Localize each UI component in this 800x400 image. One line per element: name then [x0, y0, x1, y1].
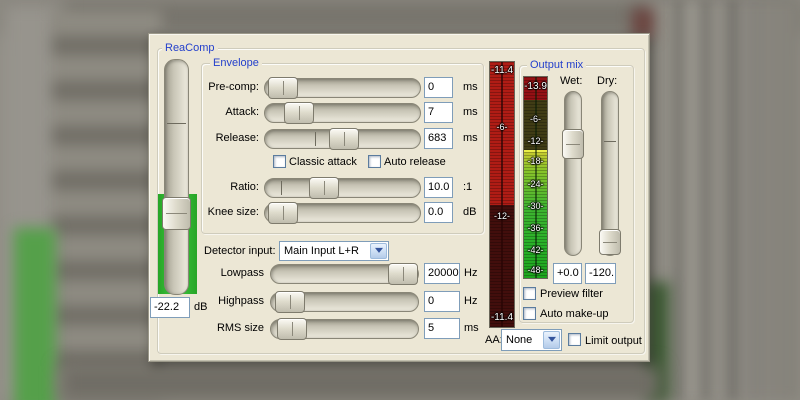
lowpass-unit: Hz: [464, 267, 477, 279]
output-level-meter: -13.9 -6--12--18--24--30--36--42--48-: [523, 76, 548, 279]
highpass-value[interactable]: 0: [424, 291, 460, 312]
precomp-value[interactable]: 0: [424, 77, 453, 98]
ratio-unit: :1: [463, 181, 472, 193]
threshold-slider[interactable]: [164, 59, 189, 295]
precomp-unit: ms: [463, 81, 478, 93]
precomp-slider-thumb[interactable]: [268, 77, 298, 99]
rms-size-unit: ms: [464, 322, 479, 334]
auto-make-up-label: Auto make-up: [540, 308, 608, 320]
dry-label: Dry:: [597, 75, 617, 87]
aa-dropdown[interactable]: None: [501, 329, 562, 351]
envelope-caption: Envelope: [210, 56, 262, 70]
rms-size-value[interactable]: 5: [424, 318, 460, 339]
output-meter-scale: -6--12--18--24--30--36--42--48-: [524, 77, 547, 278]
rms-size-slider[interactable]: [270, 319, 419, 339]
rms-size-slider-thumb[interactable]: [277, 318, 307, 340]
highpass-unit: Hz: [464, 295, 477, 307]
rms-size-label: RMS size: [192, 322, 264, 334]
detector-input-dropdown[interactable]: Main Input L+R: [279, 241, 389, 261]
wet-slider[interactable]: [564, 91, 582, 256]
gain-reduction-readout: -11.4: [490, 312, 514, 323]
release-label: Release:: [187, 132, 259, 144]
output-peak-value: -13.9: [524, 81, 547, 92]
knee-label: Knee size:: [187, 206, 259, 218]
highpass-slider[interactable]: [270, 292, 419, 312]
attack-unit: ms: [463, 106, 478, 118]
background-green-meter-left: [14, 228, 56, 400]
highpass-slider-thumb[interactable]: [275, 291, 305, 313]
lowpass-label: Lowpass: [192, 267, 264, 279]
release-value[interactable]: 683: [424, 128, 453, 149]
release-slider-thumb[interactable]: [329, 128, 359, 150]
wet-label: Wet:: [560, 75, 582, 87]
lowpass-slider-thumb[interactable]: [388, 263, 418, 285]
gain-reduction-meter: -11.4 -11.4 -6--12-: [489, 61, 515, 328]
preview-filter-label: Preview filter: [540, 288, 603, 300]
chevron-down-icon: [375, 248, 383, 257]
chevron-down-icon: [548, 337, 556, 346]
classic-attack-label: Classic attack: [289, 156, 357, 168]
plugin-title: ReaComp: [162, 41, 218, 55]
detector-input-value: Main Input L+R: [284, 245, 359, 257]
detector-input-label: Detector input:: [204, 245, 276, 257]
lowpass-slider[interactable]: [270, 264, 419, 284]
precomp-slider[interactable]: [264, 78, 421, 98]
ratio-slider[interactable]: [264, 178, 421, 198]
precomp-label: Pre-comp:: [187, 81, 259, 93]
aa-value: None: [506, 334, 532, 346]
attack-slider[interactable]: [264, 103, 421, 123]
release-unit: ms: [463, 132, 478, 144]
release-slider[interactable]: [264, 129, 421, 149]
ratio-label: Ratio:: [187, 181, 259, 193]
attack-slider-thumb[interactable]: [284, 102, 314, 124]
attack-value[interactable]: 7: [424, 102, 453, 123]
dry-value[interactable]: -120.: [585, 263, 616, 284]
background-slider-bands: [52, 10, 162, 400]
ratio-value[interactable]: 10.0: [424, 177, 453, 198]
output-mix-caption: Output mix: [527, 58, 586, 72]
reacomp-panel: ReaComp -22.2 dB Envelope Pre-comp: 0 ms…: [148, 33, 650, 362]
gain-reduction-scale: -6--12-: [490, 62, 514, 327]
limit-output-checkbox[interactable]: [568, 333, 581, 346]
auto-release-label: Auto release: [384, 156, 446, 168]
detector-dropdown-button[interactable]: [370, 243, 387, 259]
dry-slider-thumb[interactable]: [599, 229, 621, 255]
classic-attack-checkbox[interactable]: [273, 155, 286, 168]
lowpass-value[interactable]: 20000: [424, 263, 460, 284]
dry-slider[interactable]: [601, 91, 619, 256]
gain-reduction-peak-value: -11.4: [490, 65, 514, 76]
knee-value[interactable]: 0.0: [424, 202, 453, 223]
preview-filter-checkbox[interactable]: [523, 287, 536, 300]
background-bottom-shadow: [60, 366, 660, 400]
ratio-slider-thumb[interactable]: [309, 177, 339, 199]
attack-label: Attack:: [187, 106, 259, 118]
highpass-label: Highpass: [192, 295, 264, 307]
auto-make-up-checkbox[interactable]: [523, 307, 536, 320]
wet-slider-thumb[interactable]: [562, 129, 584, 159]
threshold-value[interactable]: -22.2: [150, 297, 190, 318]
limit-output-label: Limit output: [585, 335, 642, 347]
knee-unit: dB: [463, 206, 476, 218]
background-right-bands: [656, 0, 756, 400]
knee-slider[interactable]: [264, 203, 421, 223]
auto-release-checkbox[interactable]: [368, 155, 381, 168]
knee-slider-thumb[interactable]: [268, 202, 298, 224]
aa-dropdown-button[interactable]: [543, 331, 560, 349]
wet-value[interactable]: +0.0: [553, 263, 582, 284]
